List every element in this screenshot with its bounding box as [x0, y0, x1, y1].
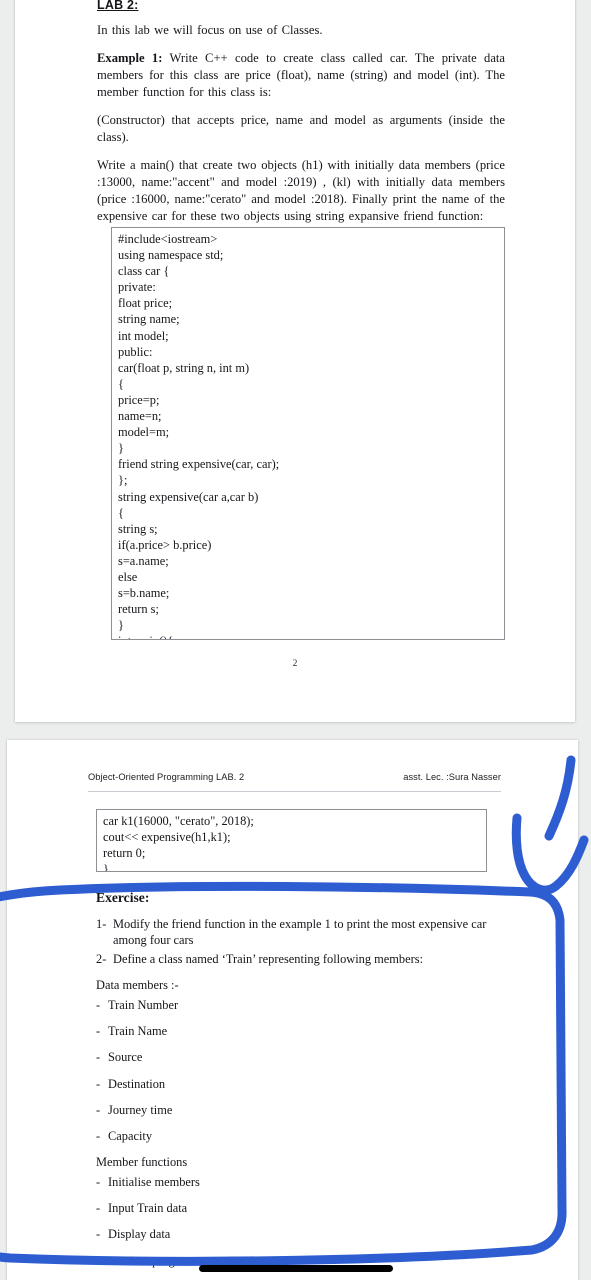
data-member-item-text: Capacity [108, 1128, 153, 1143]
code-2-line: cout<< expensive(h1,k1); [103, 830, 231, 845]
data-member-item: - Source [96, 1049, 506, 1065]
data-member-item-text: Source [108, 1050, 143, 1065]
code-1-line: public: [118, 344, 153, 359]
code-1-line: int model; [118, 328, 169, 343]
code-1-line: } [118, 618, 124, 633]
exercise-item-number: 2- [96, 951, 107, 966]
page-1-text-column: LAB 2: In this lab we will focus on use … [97, 0, 505, 237]
code-1-line: { [118, 505, 124, 520]
exercise-item: 2- Define a class named ‘Train’ represent… [96, 951, 506, 967]
code-1-line: class car { [118, 264, 170, 279]
member-function-item: - Initialise members [96, 1174, 506, 1190]
member-functions-label: Member functions [96, 1154, 188, 1169]
code-1-line: private: [118, 280, 156, 295]
data-members-list: - Train Number - Train Name - Source - Destinat… [96, 997, 506, 1144]
paragraph-main-task: Write a main() that create two objects (… [97, 157, 505, 225]
code-1-line: #include<iostream> [118, 232, 218, 246]
member-functions-list: - Initialise members - Input Train data - Dis… [96, 1174, 506, 1242]
header-course-title: Object-Oriented Programming LAB. 2 [88, 772, 245, 782]
code-1-line: friend string expensive(car, car); [118, 457, 280, 472]
example-1-label: Example 1: [97, 51, 163, 65]
dash-bullet: - [96, 1076, 101, 1091]
exercise-item: 1- Modify the friend function in the exam… [96, 916, 506, 949]
page-header: Object-Oriented Programming LAB. 2 asst.… [88, 772, 501, 782]
code-1-line: }; [118, 473, 128, 488]
code-1-line: return s; [118, 602, 159, 617]
paragraph-main-task-text: Write a main() that create two objects (… [97, 158, 505, 223]
paragraph-example-1: Example 1: Write C++ code to create clas… [97, 50, 505, 101]
dash-bullet: - [96, 1201, 101, 1215]
data-member-item-text: Train Name [108, 1024, 168, 1039]
header-divider [88, 791, 501, 792]
data-members-label: Data members :- [96, 978, 179, 993]
member-function-item-text: Initialise members [108, 1174, 200, 1189]
code-1-line: { [118, 376, 124, 391]
document-viewer[interactable]: LAB 2: In this lab we will focus on use … [0, 0, 591, 1280]
code-1-line: string s; [118, 521, 158, 536]
code-2-line: car k1(16000, "cerato", 2018); [103, 814, 254, 828]
code-block-2: car k1(16000, "cerato", 2018); cout<< exp… [96, 809, 487, 872]
data-member-item: - Train Name [96, 1023, 506, 1039]
code-1-line: model=m; [118, 425, 170, 440]
data-member-item: - Journey time [96, 1102, 506, 1118]
code-1-line: string expensive(car a,car b) [118, 489, 259, 504]
member-function-item: - Display data [96, 1226, 506, 1242]
exercise-title: Exercise: [96, 890, 150, 905]
exercise-section: Exercise: 1- Modify the friend function i… [96, 890, 506, 1269]
data-member-item: - Destination [96, 1076, 506, 1092]
dash-bullet: - [96, 998, 101, 1013]
exercise-numbered-list: 1- Modify the friend function in the exam… [96, 916, 506, 967]
data-member-item-text: Train Number [108, 998, 179, 1013]
exercise-item-text: Modify the friend function in the exampl… [113, 917, 487, 948]
code-1-line: name=n; [118, 409, 162, 424]
code-1-line: float price; [118, 296, 173, 311]
code-1-line: car(float p, string n, int m) [118, 360, 250, 375]
home-indicator [198, 1265, 393, 1272]
dash-bullet: - [96, 1174, 101, 1189]
exercise-item-number: 1- [96, 917, 107, 931]
paragraph-intro: In this lab we will focus on use of Clas… [97, 22, 505, 39]
code-1-line: string name; [118, 312, 180, 327]
dash-bullet: - [96, 1050, 101, 1065]
data-member-item: - Train Number [96, 997, 506, 1013]
data-member-item: - Capacity [96, 1128, 506, 1144]
data-member-item-text: Journey time [108, 1102, 173, 1117]
dash-bullet: - [96, 1128, 101, 1143]
lab-title: LAB 2: [97, 0, 139, 12]
code-1-line: } [118, 441, 124, 456]
code-1-line: int main(){ [118, 633, 504, 639]
dash-bullet: - [96, 1227, 101, 1242]
data-member-item-text: Destination [108, 1076, 166, 1091]
page-number: 2 [292, 659, 298, 669]
code-1-line: s=a.name; [118, 553, 169, 568]
paragraph-constructor-text: (Constructor) that accepts price, name a… [97, 113, 505, 144]
exercise-item-text: Define a class named ‘Train’ representin… [113, 951, 424, 966]
paragraph-constructor: (Constructor) that accepts price, name a… [97, 112, 505, 146]
code-block-1: #include<iostream> using namespace std; cl… [111, 227, 505, 640]
code-1-line: else [118, 569, 138, 584]
code-1-line: s=b.name; [118, 586, 170, 601]
header-lecturer: asst. Lec. :Sura Nasser [403, 772, 501, 782]
member-function-item-text: Display data [108, 1227, 171, 1242]
member-function-item-text: Input Train data [108, 1201, 188, 1215]
document-page-1: LAB 2: In this lab we will focus on use … [15, 0, 575, 722]
code-1-line: using namespace std; [118, 248, 224, 263]
code-2-line: return 0; [103, 846, 146, 861]
code-2-line: } [103, 862, 109, 872]
member-function-item: - Input Train data [96, 1200, 506, 1216]
code-1-line: price=p; [118, 392, 160, 407]
dash-bullet: - [96, 1102, 101, 1117]
code-1-line: if(a.price> b.price) [118, 537, 212, 552]
paragraph-intro-text: In this lab we will focus on use of Clas… [97, 23, 323, 37]
dash-bullet: - [96, 1024, 101, 1039]
